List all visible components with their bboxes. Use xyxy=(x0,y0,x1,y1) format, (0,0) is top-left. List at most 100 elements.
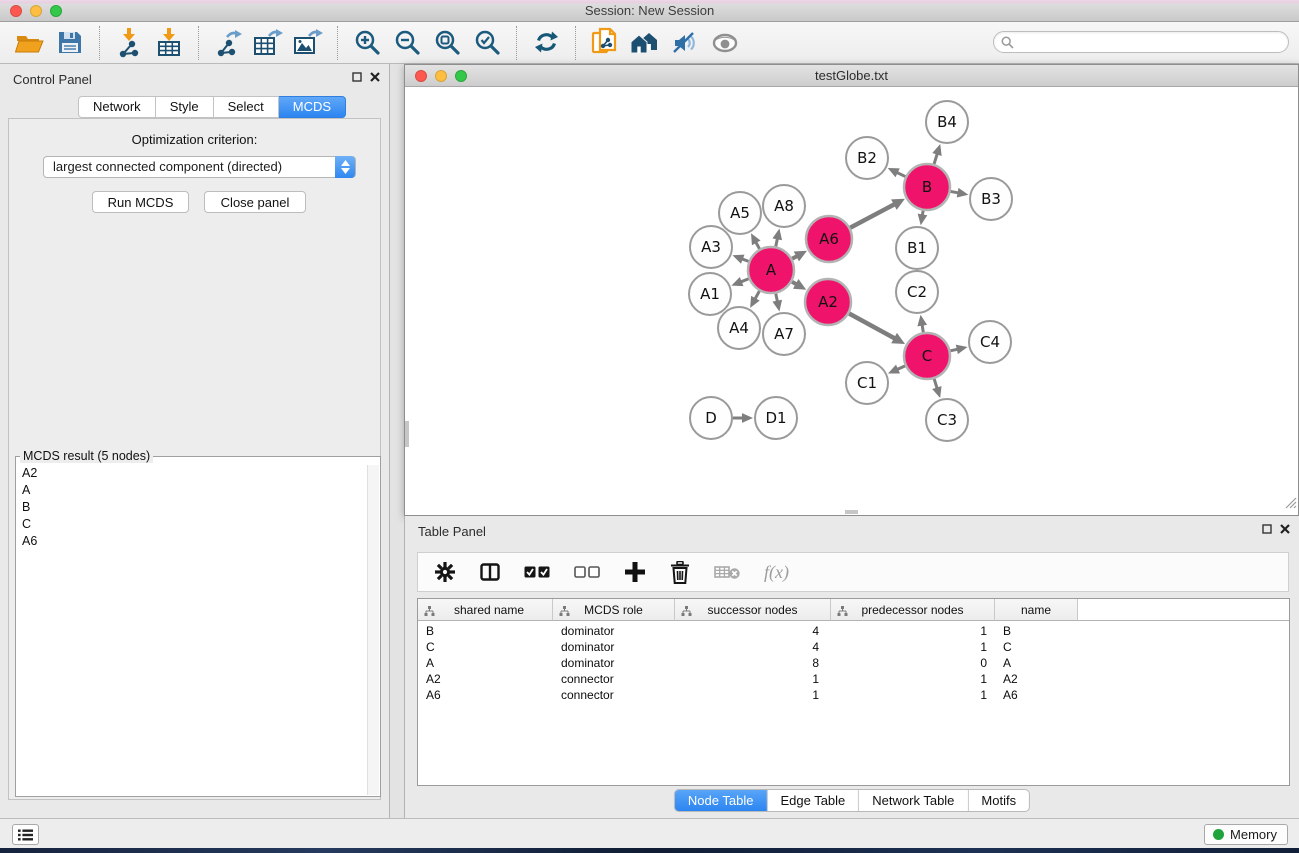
cell-successor-nodes[interactable]: 1 xyxy=(675,672,831,686)
horizontal-scroll-indicator[interactable] xyxy=(845,510,858,514)
cell-shared-name[interactable]: A2 xyxy=(418,672,553,686)
export-network-icon[interactable] xyxy=(208,25,248,61)
table-row[interactable]: A6 connector 1 1 A6 xyxy=(418,687,1289,703)
hide-details-icon[interactable] xyxy=(665,25,705,61)
memory-button[interactable]: Memory xyxy=(1204,824,1288,845)
add-column-icon[interactable] xyxy=(624,561,646,583)
cell-predecessor-nodes[interactable]: 1 xyxy=(831,640,995,654)
table-row[interactable]: A2 connector 1 1 A2 xyxy=(418,671,1289,687)
edge-B-B2[interactable] xyxy=(897,172,906,176)
run-mcds-button[interactable]: Run MCDS xyxy=(92,191,189,213)
show-column-icon[interactable] xyxy=(480,563,500,581)
float-panel-icon[interactable] xyxy=(1262,524,1272,534)
open-file-icon[interactable] xyxy=(10,25,50,61)
network-canvas[interactable]: B4B2BB3A8A5A6A3B1AC2A1A2A4A7C4CC1DD1C3 xyxy=(405,88,1298,515)
list-item[interactable]: A6 xyxy=(17,533,367,550)
cell-name[interactable]: C xyxy=(995,640,1078,654)
export-table-icon[interactable] xyxy=(248,25,288,61)
edge-A2-C[interactable] xyxy=(849,313,895,338)
column-header-successor-nodes[interactable]: successor nodes xyxy=(675,599,831,621)
edge-A-A1[interactable] xyxy=(741,279,749,282)
zoom-window-icon[interactable] xyxy=(50,5,62,17)
deselect-all-checkboxes-icon[interactable] xyxy=(574,566,600,578)
column-header-mcds-role[interactable]: MCDS role xyxy=(553,599,675,621)
refresh-icon[interactable] xyxy=(526,25,566,61)
cell-successor-nodes[interactable]: 4 xyxy=(675,624,831,638)
tab-edge-table[interactable]: Edge Table xyxy=(766,790,858,811)
edge-C-C4[interactable] xyxy=(950,349,957,351)
minimize-network-window-icon[interactable] xyxy=(435,70,447,82)
list-item[interactable]: C xyxy=(17,516,367,533)
zoom-out-icon[interactable] xyxy=(387,25,427,61)
mcds-result-list[interactable]: A2 A B C A6 xyxy=(17,465,367,795)
table-options-gear-icon[interactable] xyxy=(434,561,456,583)
cell-predecessor-nodes[interactable]: 1 xyxy=(831,688,995,702)
houses-icon[interactable] xyxy=(625,25,665,61)
import-table-icon[interactable] xyxy=(149,25,189,61)
network-window-titlebar[interactable]: testGlobe.txt xyxy=(405,65,1298,87)
column-header-name[interactable]: name xyxy=(995,599,1078,621)
tab-network[interactable]: Network xyxy=(78,96,156,118)
cell-mcds-role[interactable]: connector xyxy=(553,688,675,702)
network-graph[interactable]: B4B2BB3A8A5A6A3B1AC2A1A2A4A7C4CC1DD1C3 xyxy=(405,88,1298,515)
cell-name[interactable]: A6 xyxy=(995,688,1078,702)
column-header-predecessor-nodes[interactable]: predecessor nodes xyxy=(831,599,995,621)
clone-network-icon[interactable] xyxy=(585,25,625,61)
table-row[interactable]: A dominator 8 0 A xyxy=(418,655,1289,671)
tab-mcds[interactable]: MCDS xyxy=(279,96,346,118)
edge-B-B3[interactable] xyxy=(951,191,959,192)
cell-shared-name[interactable]: A6 xyxy=(418,688,553,702)
edge-C-C3[interactable] xyxy=(934,379,937,389)
zoom-selected-icon[interactable] xyxy=(467,25,507,61)
export-image-icon[interactable] xyxy=(288,25,328,61)
save-session-icon[interactable] xyxy=(50,25,90,61)
scrollbar[interactable] xyxy=(367,465,379,795)
cell-name[interactable]: A2 xyxy=(995,672,1078,686)
float-panel-icon[interactable] xyxy=(352,72,362,82)
show-details-icon[interactable] xyxy=(705,25,745,61)
tab-motifs[interactable]: Motifs xyxy=(967,790,1029,811)
cell-mcds-role[interactable]: dominator xyxy=(553,640,675,654)
cell-successor-nodes[interactable]: 4 xyxy=(675,640,831,654)
column-header-shared-name[interactable]: shared name xyxy=(418,599,553,621)
close-network-window-icon[interactable] xyxy=(415,70,427,82)
minimize-window-icon[interactable] xyxy=(30,5,42,17)
edge-A-A4[interactable] xyxy=(755,291,759,299)
cell-successor-nodes[interactable]: 1 xyxy=(675,688,831,702)
vertical-scroll-indicator[interactable] xyxy=(405,421,409,447)
cell-successor-nodes[interactable]: 8 xyxy=(675,656,831,670)
close-window-icon[interactable] xyxy=(10,5,22,17)
tab-node-table[interactable]: Node Table xyxy=(675,790,767,811)
close-panel-icon[interactable] xyxy=(370,72,380,82)
edge-B-B4[interactable] xyxy=(934,154,937,165)
cell-predecessor-nodes[interactable]: 0 xyxy=(831,656,995,670)
tab-style[interactable]: Style xyxy=(156,96,214,118)
import-network-icon[interactable] xyxy=(109,25,149,61)
edge-C-C2[interactable] xyxy=(922,325,923,333)
close-panel-button[interactable]: Close panel xyxy=(204,191,306,213)
cell-mcds-role[interactable]: connector xyxy=(553,672,675,686)
criterion-select[interactable]: largest connected component (directed) xyxy=(43,156,356,178)
tab-network-table[interactable]: Network Table xyxy=(858,790,967,811)
list-item[interactable]: B xyxy=(17,499,367,516)
table-row[interactable]: B dominator 4 1 B xyxy=(418,623,1289,639)
close-panel-icon[interactable] xyxy=(1280,524,1290,534)
cell-predecessor-nodes[interactable]: 1 xyxy=(831,624,995,638)
delete-table-icon[interactable] xyxy=(714,564,740,580)
edge-A-A3[interactable] xyxy=(742,259,749,262)
search-field[interactable] xyxy=(993,31,1289,53)
function-builder-icon[interactable]: f(x) xyxy=(764,562,789,583)
zoom-network-window-icon[interactable] xyxy=(455,70,467,82)
search-input[interactable] xyxy=(1014,33,1288,51)
tab-select[interactable]: Select xyxy=(214,96,279,118)
cell-predecessor-nodes[interactable]: 1 xyxy=(831,672,995,686)
zoom-fit-icon[interactable] xyxy=(427,25,467,61)
cell-mcds-role[interactable]: dominator xyxy=(553,624,675,638)
edge-A-A7[interactable] xyxy=(776,294,778,302)
cell-shared-name[interactable]: C xyxy=(418,640,553,654)
cell-shared-name[interactable]: B xyxy=(418,624,553,638)
edge-C-C1[interactable] xyxy=(897,366,905,370)
select-all-checkboxes-icon[interactable] xyxy=(524,566,550,578)
cell-name[interactable]: A xyxy=(995,656,1078,670)
task-history-button[interactable] xyxy=(12,824,39,845)
